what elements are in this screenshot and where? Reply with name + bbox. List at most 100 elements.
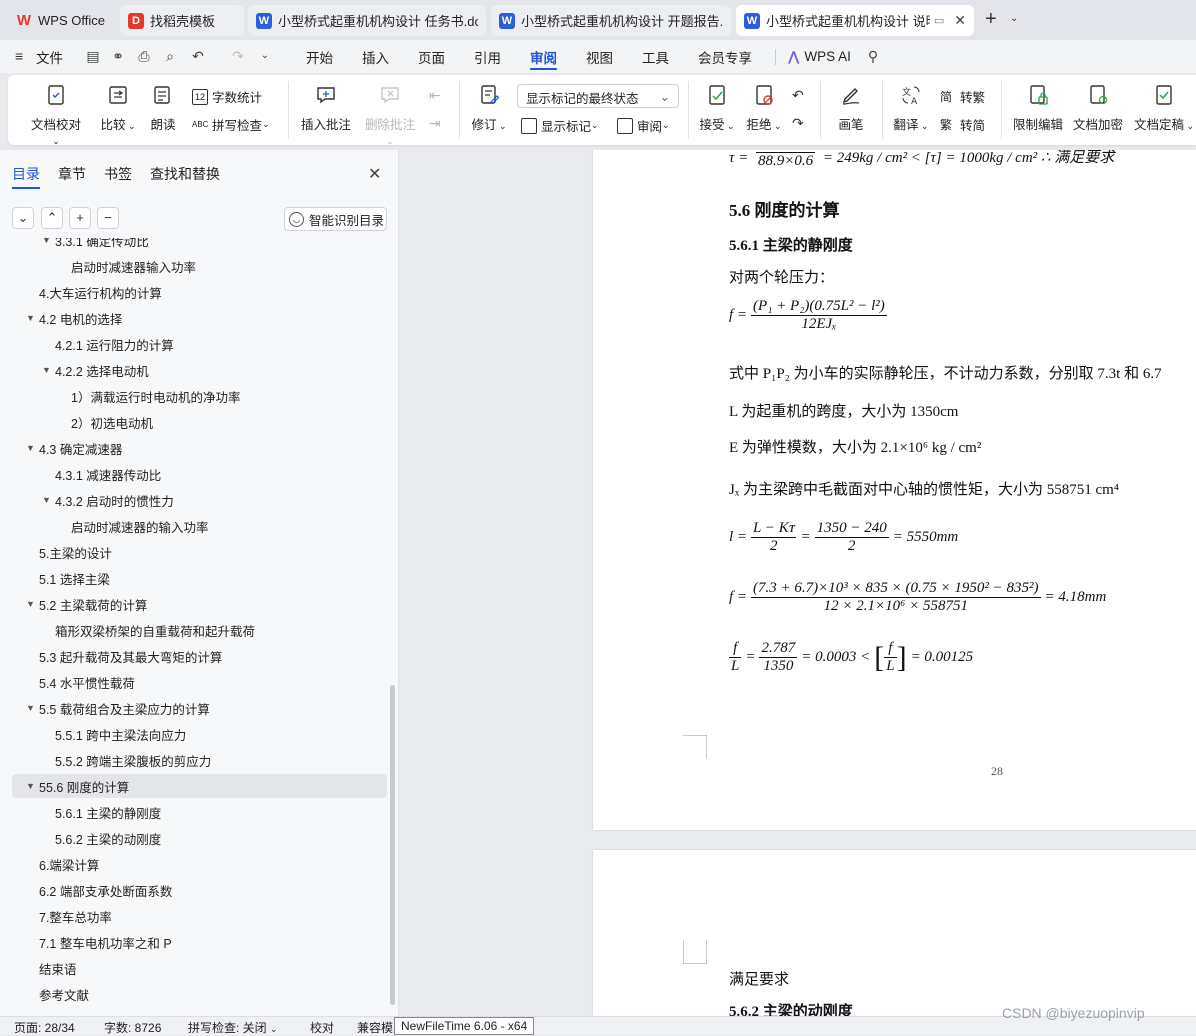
tab-manual-doc[interactable]: W 小型桥式起重机机构设计 说明 ▭ ✕ bbox=[736, 5, 974, 36]
toc-item[interactable]: 6.端梁计算 bbox=[0, 852, 390, 876]
toc-item[interactable]: 5.6.1 主梁的静刚度 bbox=[0, 800, 390, 824]
restrict-edit-button[interactable]: 限制编辑 bbox=[1012, 83, 1064, 133]
toc-item[interactable]: ▼ 4.2 电机的选择 bbox=[0, 306, 390, 330]
menu-insert[interactable]: 插入 bbox=[362, 40, 389, 73]
to-simplified-button[interactable]: 繁 转简 bbox=[940, 115, 985, 134]
prev-change-icon[interactable]: ↶ bbox=[792, 87, 804, 104]
tab-find-replace[interactable]: 查找和替换 bbox=[150, 164, 220, 184]
new-tab-icon[interactable]: + bbox=[985, 9, 997, 29]
collapse-down-button[interactable]: ⌄ bbox=[12, 207, 34, 229]
close-icon[interactable]: ✕ bbox=[368, 164, 381, 184]
toc-item[interactable]: 5.3 起升载荷及其最大弯矩的计算 bbox=[0, 644, 390, 668]
toc-item[interactable]: ▼ 55.6 刚度的计算 bbox=[12, 774, 387, 798]
redo-icon[interactable]: ↷ bbox=[230, 48, 246, 64]
toc-item[interactable]: 5.5.1 跨中主梁法向应力 bbox=[0, 722, 390, 746]
undo-icon[interactable]: ↶ bbox=[190, 48, 206, 64]
word-count-indicator[interactable]: 字数: 8726 bbox=[104, 1019, 161, 1036]
expand-arrow-icon[interactable]: ▼ bbox=[26, 781, 35, 791]
link-icon[interactable]: ⚭ bbox=[110, 48, 126, 64]
toc-item[interactable]: 1）满载运行时电动机的净功率 bbox=[0, 384, 390, 408]
toc-item[interactable]: 5.6.2 主梁的动刚度 bbox=[0, 826, 390, 850]
toc-item[interactable]: 2）初选电动机 bbox=[0, 410, 390, 434]
tab-docer[interactable]: D 找稻壳模板 bbox=[120, 5, 244, 36]
menu-view[interactable]: 视图 bbox=[586, 40, 613, 73]
read-aloud-button[interactable]: 朗读 bbox=[148, 83, 178, 133]
toc-item[interactable]: 7.1 整车电机功率之和 P bbox=[0, 930, 390, 954]
tab-task-doc[interactable]: W 小型桥式起重机机构设计 任务书.doc bbox=[248, 5, 486, 36]
toc-item[interactable]: 5.主梁的设计 bbox=[0, 540, 390, 564]
toc-item[interactable]: 6.2 端部支承处断面系数 bbox=[0, 878, 390, 902]
word-count-button[interactable]: 12 字数统计 bbox=[192, 87, 262, 106]
expand-arrow-icon[interactable]: ▼ bbox=[42, 365, 51, 375]
toc-item[interactable]: 5.5.2 跨端主梁腹板的剪应力 bbox=[0, 748, 390, 772]
tab-wps-office[interactable]: W WPS Office bbox=[8, 5, 116, 36]
accept-button[interactable]: 接受 ⌄ bbox=[698, 83, 736, 133]
to-traditional-button[interactable]: 简 转繁 bbox=[940, 87, 985, 106]
spell-check-button[interactable]: ABC 拼写检查 ⌄ bbox=[192, 115, 270, 134]
tab-proposal-doc[interactable]: W 小型桥式起重机机构设计 开题报告.dc bbox=[491, 5, 731, 36]
remove-heading-button[interactable]: − bbox=[97, 207, 119, 229]
encrypt-button[interactable]: 文档加密 bbox=[1072, 83, 1124, 133]
menu-file[interactable]: 文件 bbox=[36, 40, 63, 73]
prev-comment-icon[interactable]: ⇤ bbox=[429, 87, 441, 104]
pen-button[interactable]: 画笔 bbox=[836, 83, 866, 133]
expand-arrow-icon[interactable]: ▼ bbox=[26, 313, 35, 323]
page-indicator[interactable]: 页面: 28/34 bbox=[14, 1019, 75, 1036]
toc-item[interactable]: ▼ 4.2.2 选择电动机 bbox=[0, 358, 390, 382]
toc-item[interactable]: 4.大车运行机构的计算 bbox=[0, 280, 390, 304]
toc-item[interactable]: 启动时减速器输入功率 bbox=[0, 254, 390, 278]
markup-state-select[interactable]: 显示标记的最终状态 ⌄ bbox=[517, 84, 679, 108]
tab-bookmarks[interactable]: 书签 bbox=[104, 164, 132, 184]
window-icon[interactable]: ▭ bbox=[934, 14, 944, 27]
toc-item[interactable]: ▼ 3.3.1 确定传动比 bbox=[0, 238, 390, 252]
spell-check-status[interactable]: 拼写检查: 关闭 ⌄ bbox=[188, 1019, 278, 1036]
wps-ai-button[interactable]: ⋀ WPS AI bbox=[788, 40, 851, 73]
toc-item[interactable]: ▼ 5.5 载荷组合及主梁应力的计算 bbox=[0, 696, 390, 720]
collapse-up-button[interactable]: ⌃ bbox=[41, 207, 63, 229]
close-icon[interactable]: ✕ bbox=[954, 12, 966, 29]
toc-scrollbar[interactable] bbox=[390, 685, 395, 1005]
expand-arrow-icon[interactable]: ▼ bbox=[42, 495, 51, 505]
menu-vip[interactable]: 会员专享 bbox=[698, 40, 752, 73]
chevron-down-icon[interactable]: ⌄ bbox=[1010, 13, 1018, 24]
chevron-down-icon[interactable]: ⌄ bbox=[257, 48, 273, 64]
translate-button[interactable]: 文A 翻译 ⌄ bbox=[892, 83, 930, 133]
expand-arrow-icon[interactable]: ▼ bbox=[26, 443, 35, 453]
toc-item[interactable]: 4.3.1 减速器传动比 bbox=[0, 462, 390, 486]
toc-item[interactable]: 4.2.1 运行阻力的计算 bbox=[0, 332, 390, 356]
doc-check-button[interactable]: 文档校对 ⌄ bbox=[28, 83, 84, 147]
toc-item[interactable]: ▼ 4.3 确定减速器 bbox=[0, 436, 390, 460]
print-icon[interactable]: ⎙ bbox=[136, 48, 152, 64]
toc-item[interactable]: ▼ 4.3.2 启动时的惯性力 bbox=[0, 488, 390, 512]
print-preview-icon[interactable]: ⌕ bbox=[162, 48, 178, 64]
compare-button[interactable]: 比较 ⌄ bbox=[98, 83, 138, 133]
delete-comment-button[interactable]: 删除批注 ⌄ bbox=[360, 83, 420, 147]
finalize-button[interactable]: 文档定稿 ⌄ bbox=[1132, 83, 1196, 133]
tab-toc[interactable]: 目录 bbox=[12, 164, 40, 189]
search-icon[interactable]: ⚲ bbox=[865, 48, 881, 64]
menu-review[interactable]: 审阅 bbox=[530, 40, 557, 73]
save-icon[interactable]: ▤ bbox=[85, 48, 101, 64]
expand-arrow-icon[interactable]: ▼ bbox=[26, 703, 35, 713]
menu-start[interactable]: 开始 bbox=[306, 40, 333, 73]
toc-item[interactable]: 参考文献 bbox=[0, 982, 390, 1006]
review-pane-button[interactable]: 审阅 ⌄ bbox=[617, 116, 670, 135]
next-change-icon[interactable]: ↷ bbox=[792, 115, 804, 132]
toc-item[interactable]: 启动时减速器的输入功率 bbox=[0, 514, 390, 538]
tab-chapters[interactable]: 章节 bbox=[58, 164, 86, 184]
menu-tools[interactable]: 工具 bbox=[642, 40, 669, 73]
show-markup-button[interactable]: 显示标记 ⌄ bbox=[521, 116, 599, 135]
hamburger-icon[interactable]: ≡ bbox=[15, 48, 23, 64]
smart-toc-button[interactable]: ◡ 智能识别目录 bbox=[284, 207, 387, 231]
toc-item[interactable]: 箱形双梁桥架的自重载荷和起升载荷 bbox=[0, 618, 390, 642]
toc-item[interactable]: 7.整车总功率 bbox=[0, 904, 390, 928]
add-heading-button[interactable]: + bbox=[69, 207, 91, 229]
insert-comment-button[interactable]: 插入批注 bbox=[300, 83, 352, 133]
next-comment-icon[interactable]: ⇥ bbox=[429, 115, 441, 132]
menu-page[interactable]: 页面 bbox=[418, 40, 445, 73]
menu-reference[interactable]: 引用 bbox=[474, 40, 501, 73]
expand-arrow-icon[interactable]: ▼ bbox=[26, 599, 35, 609]
reject-button[interactable]: 拒绝 ⌄ bbox=[745, 83, 783, 133]
track-changes-button[interactable]: 修订 ⌄ bbox=[470, 83, 508, 133]
toc-item[interactable]: 结束语 bbox=[0, 956, 390, 980]
